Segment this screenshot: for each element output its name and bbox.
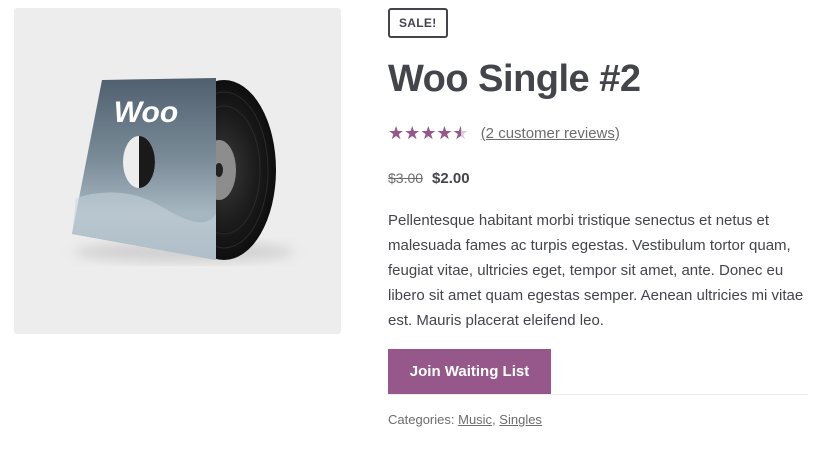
sleeve-logo: Woo bbox=[114, 96, 178, 129]
divider bbox=[388, 394, 808, 395]
rating-row: ★★★★★ ★★★★★ (2 customer reviews) bbox=[388, 122, 620, 144]
customer-reviews-link[interactable]: (2 customer reviews) bbox=[481, 125, 620, 142]
categories-label: Categories: bbox=[388, 412, 455, 427]
product-categories: Categories: Music, Singles bbox=[388, 412, 542, 427]
sale-badge: SALE! bbox=[388, 8, 448, 38]
category-link-music[interactable]: Music bbox=[458, 412, 492, 427]
record-sleeve: Woo bbox=[72, 78, 216, 260]
star-rating: ★★★★★ ★★★★★ bbox=[388, 123, 469, 143]
product-image[interactable]: Woo bbox=[14, 8, 341, 334]
short-description: Pellentesque habitant morbi tristique se… bbox=[388, 212, 804, 329]
join-waiting-list-button[interactable]: Join Waiting List bbox=[388, 349, 551, 394]
price: $3.00 $2.00 bbox=[388, 170, 470, 187]
category-link-singles[interactable]: Singles bbox=[499, 412, 542, 427]
sale-price: $2.00 bbox=[432, 170, 470, 187]
product-title: Woo Single #2 bbox=[388, 58, 641, 100]
regular-price: $3.00 bbox=[388, 170, 424, 186]
star-rating-filled-icons: ★★★★★ bbox=[388, 123, 461, 143]
vinyl-record-image: Woo bbox=[72, 78, 294, 262]
